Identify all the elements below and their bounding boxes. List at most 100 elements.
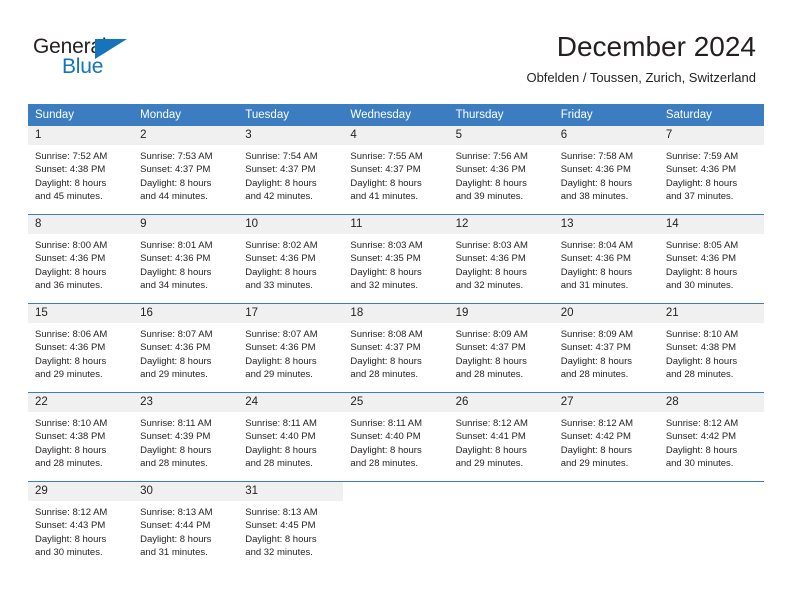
day-number: 13	[553, 215, 659, 234]
day-number: 10	[238, 215, 344, 234]
calendar-day-cell[interactable]: 13 Sunrise: 8:04 AM Sunset: 4:36 PM Dayligh…	[553, 214, 659, 304]
daylight-duration-line1: Daylight: 8 hours	[140, 355, 212, 367]
calendar-day-cell[interactable]: 8 Sunrise: 8:00 AM Sunset: 4:36 PM Daylight…	[28, 214, 134, 304]
sunrise-time: Sunrise: 8:12 AM	[455, 418, 528, 429]
daylight-duration-line1: Daylight: 8 hours	[245, 266, 317, 278]
calendar-day-cell[interactable]: 29 Sunrise: 8:12 AM Sunset: 4:43 PM Dayligh…	[28, 481, 134, 570]
day-details: Sunrise: 7:52 AM Sunset: 4:38 PM Daylight:…	[28, 145, 133, 204]
calendar-day-cell[interactable]: 21 Sunrise: 8:10 AM Sunset: 4:38 PM Dayligh…	[658, 303, 764, 393]
daylight-duration-line2: and 32 minutes.	[350, 280, 419, 292]
daylight-duration-line1: Daylight: 8 hours	[140, 266, 212, 278]
calendar-body: 1 Sunrise: 7:52 AM Sunset: 4:38 PM Daylight…	[28, 125, 764, 570]
day-details: Sunrise: 7:56 AM Sunset: 4:36 PM Daylight:…	[449, 145, 554, 204]
calendar-week-row: 15 Sunrise: 8:06 AM Sunset: 4:36 PM Dayligh…	[28, 303, 764, 393]
sunrise-time: Sunrise: 8:01 AM	[140, 240, 213, 251]
daylight-duration-line2: and 29 minutes.	[560, 458, 629, 470]
calendar-day-cell[interactable]: 23 Sunrise: 8:11 AM Sunset: 4:39 PM Dayligh…	[133, 392, 239, 482]
sunset-time: Sunset: 4:36 PM	[665, 164, 737, 176]
calendar-day-cell[interactable]: 25 Sunrise: 8:11 AM Sunset: 4:40 PM Dayligh…	[343, 392, 449, 482]
sunset-time: Sunset: 4:36 PM	[455, 164, 526, 176]
sunrise-time: Sunrise: 8:10 AM	[35, 418, 108, 429]
calendar-day-cell[interactable]: 4 Sunrise: 7:55 AM Sunset: 4:37 PM Daylight…	[343, 125, 449, 215]
daylight-duration-line2: and 32 minutes.	[455, 280, 524, 292]
day-number: 23	[133, 393, 239, 412]
sunrise-time: Sunrise: 8:11 AM	[245, 418, 317, 429]
day-details: Sunrise: 8:04 AM Sunset: 4:36 PM Daylight:…	[554, 234, 659, 293]
calendar-day-cell[interactable]: 15 Sunrise: 8:06 AM Sunset: 4:36 PM Dayligh…	[28, 303, 134, 393]
day-details: Sunrise: 8:13 AM Sunset: 4:44 PM Daylight:…	[133, 501, 238, 560]
daylight-duration-line1: Daylight: 8 hours	[665, 444, 738, 456]
calendar-day-cell[interactable]: 22 Sunrise: 8:10 AM Sunset: 4:38 PM Dayligh…	[28, 392, 134, 482]
calendar-day-cell[interactable]: 24 Sunrise: 8:11 AM Sunset: 4:40 PM Dayligh…	[238, 392, 344, 482]
weekday-header-friday: Friday	[553, 104, 659, 126]
calendar-day-cell[interactable]: 9 Sunrise: 8:01 AM Sunset: 4:36 PM Daylight…	[133, 214, 239, 304]
sunrise-time: Sunrise: 7:56 AM	[455, 151, 528, 162]
calendar-day-cell[interactable]: 12 Sunrise: 8:03 AM Sunset: 4:36 PM Dayligh…	[448, 214, 554, 304]
day-details: Sunrise: 8:08 AM Sunset: 4:37 PM Daylight:…	[343, 323, 448, 382]
sunrise-time: Sunrise: 8:09 AM	[455, 329, 528, 340]
calendar-day-cell[interactable]: 31 Sunrise: 8:13 AM Sunset: 4:45 PM Dayligh…	[238, 481, 344, 570]
daylight-duration-line2: and 38 minutes.	[560, 191, 629, 203]
day-details: Sunrise: 8:09 AM Sunset: 4:37 PM Daylight:…	[554, 323, 659, 382]
calendar-day-cell[interactable]: 6 Sunrise: 7:58 AM Sunset: 4:36 PM Daylight…	[553, 125, 659, 215]
day-number: 17	[238, 304, 344, 323]
calendar-day-cell[interactable]: 28 Sunrise: 8:12 AM Sunset: 4:42 PM Dayligh…	[658, 392, 764, 482]
calendar-day-cell[interactable]: 5 Sunrise: 7:56 AM Sunset: 4:36 PM Daylight…	[448, 125, 554, 215]
daylight-duration-line2: and 29 minutes.	[245, 369, 313, 381]
daylight-duration-line2: and 28 minutes.	[665, 369, 734, 381]
calendar-day-cell[interactable]: 27 Sunrise: 8:12 AM Sunset: 4:42 PM Dayligh…	[553, 392, 659, 482]
calendar-week-row: 1 Sunrise: 7:52 AM Sunset: 4:38 PM Daylight…	[28, 125, 764, 215]
daylight-duration-line2: and 36 minutes.	[35, 280, 103, 292]
calendar-week-row: 29 Sunrise: 8:12 AM Sunset: 4:43 PM Dayligh…	[28, 481, 764, 570]
daylight-duration-line1: Daylight: 8 hours	[245, 355, 317, 367]
daylight-duration-line2: and 28 minutes.	[350, 369, 419, 381]
calendar-day-cell[interactable]: 2 Sunrise: 7:53 AM Sunset: 4:37 PM Daylight…	[133, 125, 239, 215]
sunset-time: Sunset: 4:44 PM	[140, 520, 211, 532]
calendar-day-cell[interactable]: 1 Sunrise: 7:52 AM Sunset: 4:38 PM Daylight…	[28, 125, 134, 215]
sunrise-time: Sunrise: 7:54 AM	[245, 151, 318, 162]
calendar-day-cell[interactable]: 19 Sunrise: 8:09 AM Sunset: 4:37 PM Dayligh…	[448, 303, 554, 393]
calendar-day-cell[interactable]: 11 Sunrise: 8:03 AM Sunset: 4:35 PM Dayligh…	[343, 214, 449, 304]
day-details: Sunrise: 8:11 AM Sunset: 4:40 PM Daylight:…	[343, 412, 448, 471]
day-details: Sunrise: 7:55 AM Sunset: 4:37 PM Daylight:…	[343, 145, 448, 204]
calendar-day-cell[interactable]: 10 Sunrise: 8:02 AM Sunset: 4:36 PM Dayligh…	[238, 214, 344, 304]
calendar-day-cell[interactable]: 16 Sunrise: 8:07 AM Sunset: 4:36 PM Dayligh…	[133, 303, 239, 393]
day-details: Sunrise: 8:07 AM Sunset: 4:36 PM Daylight:…	[133, 323, 238, 382]
day-details: Sunrise: 8:12 AM Sunset: 4:42 PM Daylight:…	[659, 412, 764, 471]
sunrise-time: Sunrise: 8:02 AM	[245, 240, 318, 251]
sunrise-time: Sunrise: 8:09 AM	[560, 329, 634, 340]
sunrise-time: Sunrise: 8:07 AM	[140, 329, 213, 340]
sunset-time: Sunset: 4:36 PM	[245, 253, 316, 265]
day-number: 26	[448, 393, 554, 412]
calendar-day-cell[interactable]: 30 Sunrise: 8:13 AM Sunset: 4:44 PM Dayligh…	[133, 481, 239, 570]
day-details: Sunrise: 8:01 AM Sunset: 4:36 PM Daylight:…	[133, 234, 238, 293]
calendar-day-cell[interactable]: 3 Sunrise: 7:54 AM Sunset: 4:37 PM Daylight…	[238, 125, 344, 215]
daylight-duration-line2: and 28 minutes.	[455, 369, 524, 381]
daylight-duration-line2: and 28 minutes.	[35, 458, 103, 470]
calendar-day-cell[interactable]: 20 Sunrise: 8:09 AM Sunset: 4:37 PM Dayligh…	[553, 303, 659, 393]
daylight-duration-line1: Daylight: 8 hours	[665, 355, 738, 367]
daylight-duration-line1: Daylight: 8 hours	[35, 266, 107, 278]
general-blue-logo[interactable]: General Blue	[33, 36, 163, 82]
calendar-day-cell[interactable]: 14 Sunrise: 8:05 AM Sunset: 4:36 PM Dayligh…	[658, 214, 764, 304]
calendar-day-cell[interactable]: 7 Sunrise: 7:59 AM Sunset: 4:36 PM Daylight…	[658, 125, 764, 215]
day-number: 4	[343, 126, 449, 145]
calendar-day-cell[interactable]: 26 Sunrise: 8:12 AM Sunset: 4:41 PM Dayligh…	[448, 392, 554, 482]
weekday-header-row: Sunday Monday Tuesday Wednesday Thursday…	[28, 104, 764, 126]
calendar-day-cell[interactable]: 17 Sunrise: 8:07 AM Sunset: 4:36 PM Dayligh…	[238, 303, 344, 393]
page-subtitle: Obfelden / Toussen, Zurich, Switzerland	[526, 70, 756, 85]
sunset-time: Sunset: 4:36 PM	[35, 253, 106, 265]
day-number: 22	[28, 393, 134, 412]
day-number: 30	[133, 482, 239, 501]
day-details	[343, 501, 448, 506]
daylight-duration-line2: and 30 minutes.	[665, 458, 734, 470]
daylight-duration-line1: Daylight: 8 hours	[560, 177, 632, 189]
sunset-time: Sunset: 4:41 PM	[455, 431, 526, 443]
sunset-time: Sunset: 4:36 PM	[245, 342, 316, 354]
sunrise-time: Sunrise: 7:59 AM	[665, 151, 739, 162]
sunset-time: Sunset: 4:38 PM	[35, 164, 106, 176]
daylight-duration-line2: and 28 minutes.	[560, 369, 629, 381]
daylight-duration-line2: and 41 minutes.	[350, 191, 419, 203]
calendar-day-cell[interactable]: 18 Sunrise: 8:08 AM Sunset: 4:37 PM Dayligh…	[343, 303, 449, 393]
daylight-duration-line2: and 31 minutes.	[140, 547, 208, 559]
